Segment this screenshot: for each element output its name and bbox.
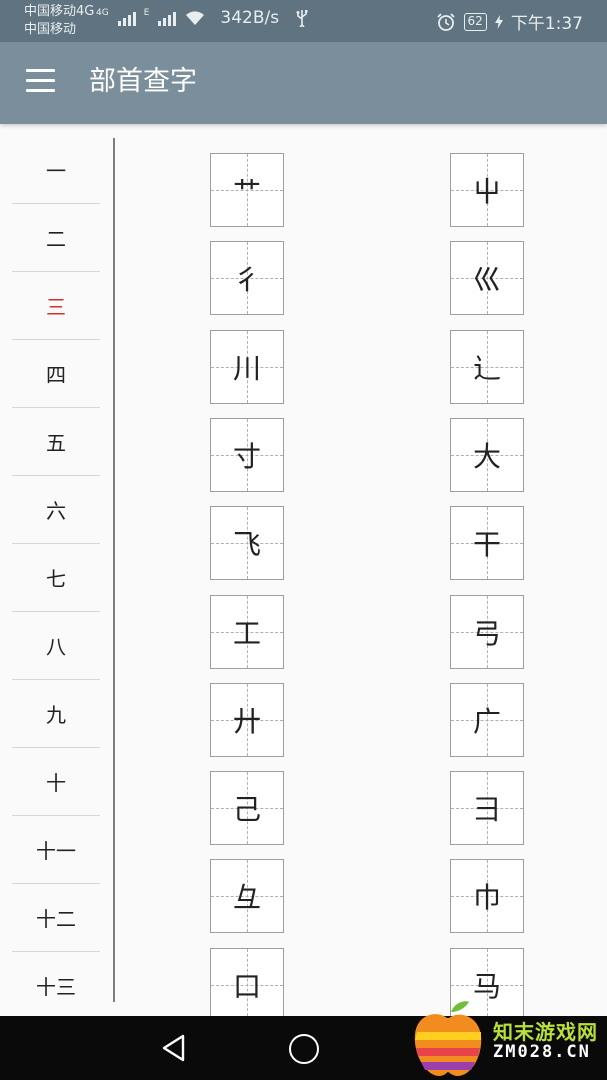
radical-character: 川 bbox=[232, 352, 261, 385]
radical-character: 寸 bbox=[232, 440, 261, 473]
radical-cell[interactable]: 大 bbox=[450, 418, 524, 492]
radical-cell[interactable]: 己 bbox=[210, 771, 284, 845]
radical-cell[interactable]: 寸 bbox=[210, 418, 284, 492]
radical-character: 口 bbox=[232, 970, 261, 1003]
radical-character: 弓 bbox=[472, 617, 501, 650]
radical-cell[interactable]: 屮 bbox=[450, 153, 524, 227]
radical-character: 己 bbox=[232, 793, 261, 826]
radical-character: 飞 bbox=[232, 528, 261, 561]
radical-character: 巾 bbox=[472, 881, 501, 914]
radical-character: 工 bbox=[232, 617, 261, 650]
radical-character: 干 bbox=[472, 528, 501, 561]
watermark-domain: ZM028.CN bbox=[493, 1042, 591, 1062]
radical-cell[interactable]: 巾 bbox=[450, 859, 524, 933]
radical-character: 辶 bbox=[472, 352, 501, 385]
radical-cell[interactable]: 廾 bbox=[210, 683, 284, 757]
watermark-title: 知末游戏网 bbox=[493, 1020, 598, 1044]
radical-cell[interactable]: 艹 bbox=[210, 153, 284, 227]
radical-character: 彳 bbox=[232, 263, 261, 296]
radical-grid: 艹彳川寸飞工廾己彑口 屮巛辶大干弓广彐巾马 bbox=[0, 0, 607, 1016]
radical-character: 大 bbox=[472, 440, 501, 473]
radical-character: 彐 bbox=[472, 793, 501, 826]
radical-character: 廾 bbox=[232, 705, 261, 738]
back-triangle-icon[interactable] bbox=[159, 1033, 189, 1063]
radical-cell[interactable]: 弓 bbox=[450, 595, 524, 669]
radical-cell[interactable]: 彐 bbox=[450, 771, 524, 845]
radical-cell[interactable]: 工 bbox=[210, 595, 284, 669]
radical-cell[interactable]: 辶 bbox=[450, 330, 524, 404]
radical-cell[interactable]: 彑 bbox=[210, 859, 284, 933]
radical-character: 马 bbox=[472, 970, 501, 1003]
radical-character: 巛 bbox=[472, 263, 501, 296]
home-circle-icon[interactable] bbox=[289, 1034, 319, 1064]
radical-cell[interactable]: 川 bbox=[210, 330, 284, 404]
radical-character: 艹 bbox=[232, 175, 261, 208]
radical-cell[interactable]: 口 bbox=[210, 948, 284, 1016]
radical-cell[interactable]: 干 bbox=[450, 506, 524, 580]
radical-character: 彑 bbox=[232, 881, 261, 914]
radical-cell[interactable]: 巛 bbox=[450, 241, 524, 315]
radical-cell[interactable]: 广 bbox=[450, 683, 524, 757]
radical-character: 屮 bbox=[472, 175, 501, 208]
radical-cell[interactable]: 飞 bbox=[210, 506, 284, 580]
radical-cell[interactable]: 彳 bbox=[210, 241, 284, 315]
radical-cell[interactable]: 马 bbox=[450, 948, 524, 1016]
radical-character: 广 bbox=[472, 705, 501, 738]
